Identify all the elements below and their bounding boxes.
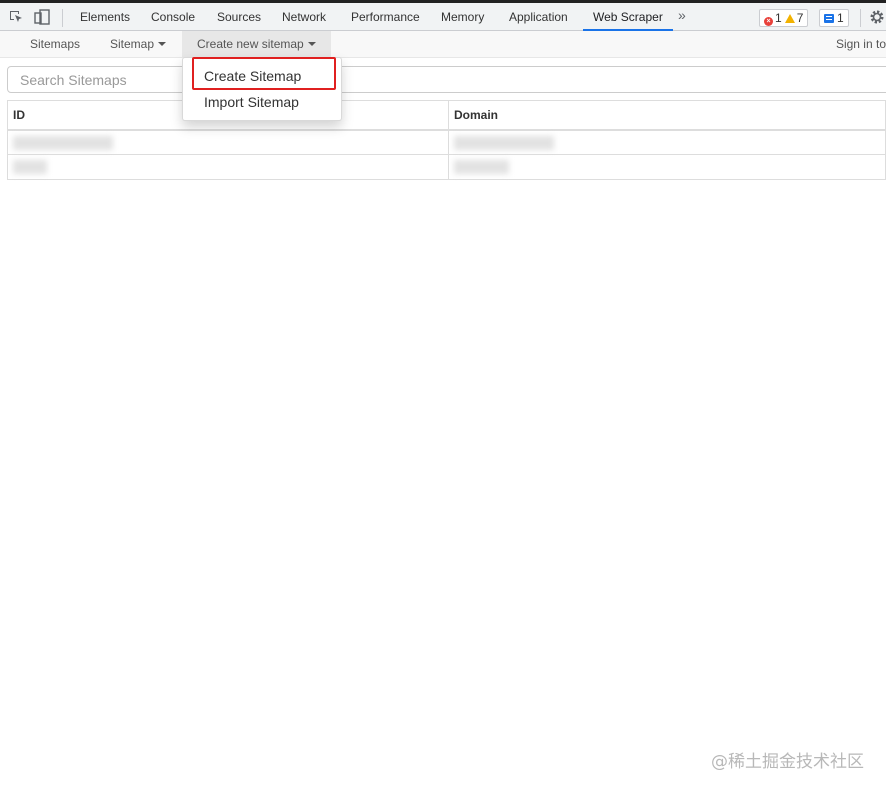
sign-in-link[interactable]: Sign in to [836, 31, 886, 57]
tab-elements[interactable]: Elements [78, 3, 132, 31]
issues-badge[interactable]: 1 [819, 9, 849, 27]
import-sitemap-menu-item[interactable]: Import Sitemap [183, 89, 341, 115]
sitemap-dropdown-toggle[interactable]: Sitemap [95, 31, 181, 57]
redacted-text [454, 135, 554, 150]
more-tabs-icon[interactable]: » [678, 7, 686, 23]
device-toolbar-icon[interactable] [34, 9, 50, 25]
tab-performance[interactable]: Performance [349, 3, 422, 31]
warning-icon [784, 14, 795, 23]
sitemap-dropdown-label: Sitemap [110, 37, 155, 51]
redacted-text [13, 135, 113, 150]
search-sitemaps-input[interactable] [7, 66, 886, 93]
sitemap-domain-cell [448, 154, 886, 180]
tab-application[interactable]: Application [507, 3, 570, 31]
create-new-sitemap-dropdown-toggle[interactable]: Create new sitemap [182, 31, 331, 57]
sitemaps-nav-link[interactable]: Sitemaps [15, 31, 95, 57]
toolbar-divider [62, 9, 63, 27]
devtools-tab-bar: Elements Console Sources Network Perform… [0, 0, 886, 31]
create-new-sitemap-label: Create new sitemap [197, 37, 304, 51]
tab-web-scraper[interactable]: Web Scraper [583, 3, 673, 31]
table-row[interactable] [7, 154, 886, 180]
tab-sources[interactable]: Sources [215, 3, 263, 31]
sitemap-id-cell[interactable] [7, 129, 449, 155]
web-scraper-navbar: Sitemaps Sitemap Create new sitemap Sign… [0, 31, 886, 58]
messages-count: 1 [837, 11, 844, 25]
domain-column-header: Domain [448, 100, 886, 131]
sitemap-id-cell[interactable] [7, 154, 449, 180]
caret-down-icon [158, 42, 167, 46]
error-icon: × [764, 17, 773, 26]
redacted-text [13, 160, 47, 175]
tab-console[interactable]: Console [149, 3, 197, 31]
redacted-text [454, 160, 509, 175]
create-sitemap-dropdown-menu: Create Sitemap Import Sitemap [182, 57, 342, 121]
sitemaps-table: ID Domain [7, 100, 886, 180]
table-row[interactable] [7, 129, 886, 155]
sitemap-domain-cell [448, 129, 886, 155]
gear-icon[interactable] [869, 9, 885, 25]
tab-network[interactable]: Network [280, 3, 328, 31]
inspect-element-icon[interactable] [8, 9, 24, 25]
table-header-row: ID Domain [7, 100, 886, 131]
caret-down-icon [307, 42, 316, 46]
create-sitemap-menu-item[interactable]: Create Sitemap [183, 63, 341, 89]
message-icon [824, 14, 834, 23]
toolbar-divider [860, 9, 861, 27]
watermark-text: @稀土掘金技术社区 [711, 752, 864, 772]
warnings-count: 7 [796, 11, 804, 25]
tab-memory[interactable]: Memory [439, 3, 486, 31]
errors-count: 1 [775, 11, 782, 25]
errors-warnings-badge[interactable]: × 1 7 [759, 9, 809, 27]
